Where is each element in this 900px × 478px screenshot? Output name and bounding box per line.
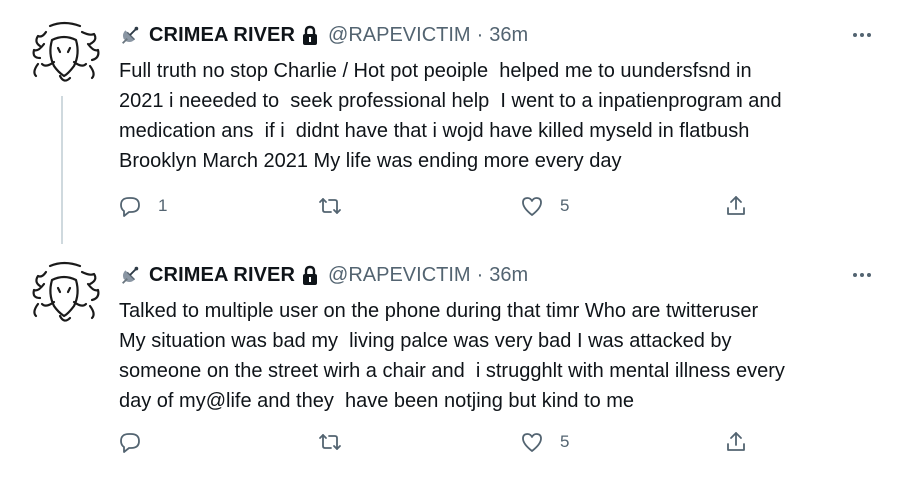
more-options-button[interactable] [848, 264, 876, 286]
tweet[interactable]: CRIMEA RIVER @RAPEVICTIM · 36m Talked to… [0, 240, 900, 478]
retweet-button[interactable] [318, 426, 358, 458]
lock-icon [300, 264, 320, 286]
tweet-text: Talked to multiple user on the phone dur… [119, 300, 785, 412]
heart-icon [520, 430, 544, 454]
more-icon [848, 24, 876, 46]
reply-icon [118, 194, 142, 218]
heart-icon [520, 194, 544, 218]
separator-dot: · [476, 263, 484, 286]
reply-count: 1 [158, 196, 168, 215]
share-icon [724, 430, 748, 454]
timestamp[interactable]: 36m [489, 264, 528, 287]
share-button[interactable] [724, 190, 748, 222]
satellite-dish-icon [119, 264, 141, 286]
like-button[interactable]: 5 [520, 426, 569, 458]
user-handle[interactable]: @RAPEVICTIM [328, 24, 471, 47]
retweet-icon [318, 430, 342, 454]
retweet-icon [318, 194, 342, 218]
separator-dot: · [476, 23, 484, 46]
buffalo-skull-sketch-icon [24, 254, 104, 334]
reply-button[interactable]: 1 [118, 190, 167, 222]
satellite-dish-icon [119, 24, 141, 46]
user-handle[interactable]: @RAPEVICTIM [328, 264, 471, 287]
like-count: 5 [560, 196, 570, 215]
buffalo-skull-sketch-icon [24, 14, 104, 94]
share-button[interactable] [724, 426, 748, 458]
tweet-header: CRIMEA RIVER @RAPEVICTIM · 36m [119, 262, 528, 288]
like-button[interactable]: 5 [520, 190, 569, 222]
tweet[interactable]: CRIMEA RIVER @RAPEVICTIM · 36m Full trut… [0, 0, 900, 240]
reply-icon [118, 430, 142, 454]
share-icon [724, 194, 748, 218]
avatar[interactable] [24, 14, 104, 94]
retweet-button[interactable] [318, 190, 358, 222]
tweet-actions: 1 5 [0, 190, 900, 222]
display-name[interactable]: CRIMEA RIVER [149, 24, 295, 47]
lock-icon [300, 24, 320, 46]
more-options-button[interactable] [848, 24, 876, 46]
avatar[interactable] [24, 254, 104, 334]
tweet-actions: 5 [0, 426, 900, 458]
tweet-text: Full truth no stop Charlie / Hot pot peo… [119, 60, 782, 172]
display-name[interactable]: CRIMEA RIVER [149, 264, 295, 287]
more-icon [848, 264, 876, 286]
reply-button[interactable] [118, 426, 158, 458]
tweet-header: CRIMEA RIVER @RAPEVICTIM · 36m [119, 22, 528, 48]
timestamp[interactable]: 36m [489, 24, 528, 47]
like-count: 5 [560, 432, 570, 451]
